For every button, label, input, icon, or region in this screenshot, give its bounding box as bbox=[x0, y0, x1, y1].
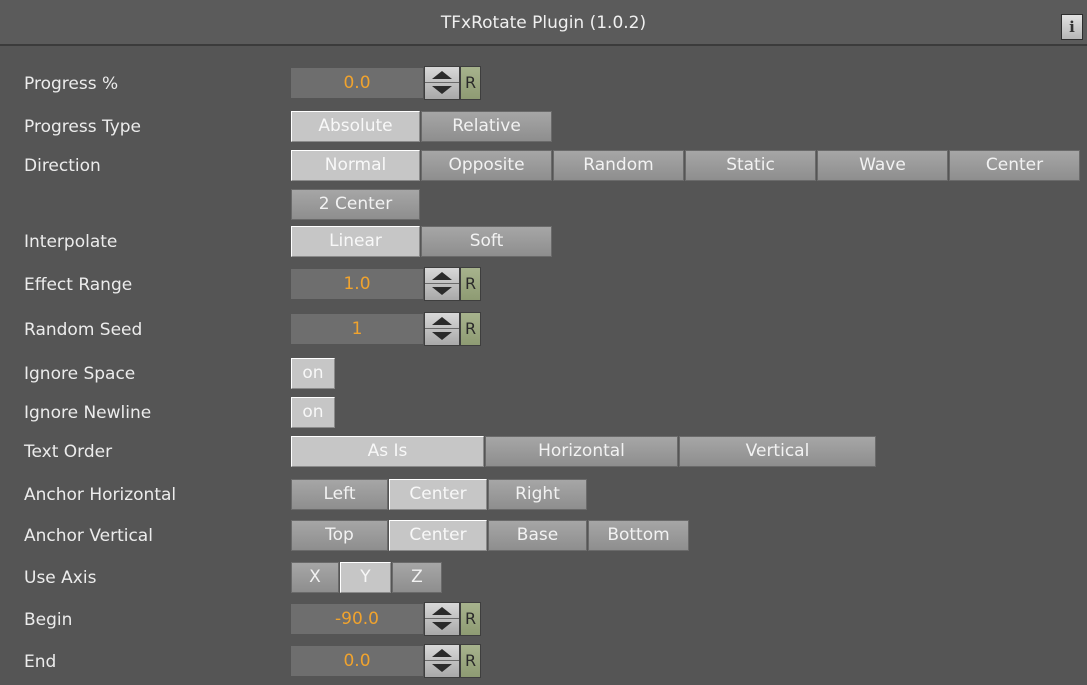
progress-type-label: Progress Type bbox=[24, 117, 141, 137]
plugin-title: TFxRotate Plugin (1.0.2) bbox=[440, 13, 647, 33]
arrow-up-icon[interactable] bbox=[425, 268, 459, 284]
random-seed-spinner[interactable] bbox=[424, 312, 460, 346]
arrow-down-icon[interactable] bbox=[425, 661, 459, 677]
anchor-horizontal-center-button[interactable]: Center bbox=[389, 479, 487, 510]
anchor-vertical-top-button[interactable]: Top bbox=[291, 520, 388, 551]
plugin-panel: TFxRotate Plugin (1.0.2) i Progress % 0.… bbox=[0, 0, 1087, 685]
use-axis-y-button[interactable]: Y bbox=[340, 562, 391, 593]
progress-label: Progress % bbox=[24, 74, 119, 94]
random-seed-field[interactable]: 1 bbox=[291, 314, 423, 344]
end-spinner[interactable] bbox=[424, 644, 460, 678]
anchor-vertical-center-button[interactable]: Center bbox=[389, 520, 487, 551]
text-order-vertical-button[interactable]: Vertical bbox=[679, 436, 876, 467]
progress-spinner[interactable] bbox=[424, 66, 460, 100]
end-field[interactable]: 0.0 bbox=[291, 646, 423, 676]
direction-label: Direction bbox=[24, 156, 101, 176]
direction-normal-button[interactable]: Normal bbox=[291, 150, 420, 181]
info-icon[interactable]: i bbox=[1061, 14, 1083, 40]
anchor-vertical-label: Anchor Vertical bbox=[24, 526, 153, 546]
progress-reset-button[interactable]: R bbox=[460, 66, 481, 100]
arrow-up-icon[interactable] bbox=[425, 645, 459, 661]
direction-random-button[interactable]: Random bbox=[553, 150, 684, 181]
effect-range-reset-button[interactable]: R bbox=[460, 267, 481, 301]
end-reset-button[interactable]: R bbox=[460, 644, 481, 678]
interpolate-label: Interpolate bbox=[24, 232, 118, 252]
anchor-horizontal-right-button[interactable]: Right bbox=[488, 479, 587, 510]
anchor-vertical-bottom-button[interactable]: Bottom bbox=[588, 520, 689, 551]
arrow-down-icon[interactable] bbox=[425, 284, 459, 300]
ignore-newline-label: Ignore Newline bbox=[24, 403, 152, 423]
anchor-vertical-base-button[interactable]: Base bbox=[488, 520, 587, 551]
progress-field[interactable]: 0.0 bbox=[291, 68, 423, 98]
arrow-up-icon[interactable] bbox=[425, 313, 459, 329]
arrow-up-icon[interactable] bbox=[425, 603, 459, 619]
interpolate-soft-button[interactable]: Soft bbox=[421, 226, 552, 257]
title-bar: TFxRotate Plugin (1.0.2) i bbox=[0, 0, 1087, 46]
arrow-up-icon[interactable] bbox=[425, 67, 459, 83]
ignore-space-label: Ignore Space bbox=[24, 364, 136, 384]
effect-range-spinner[interactable] bbox=[424, 267, 460, 301]
text-order-label: Text Order bbox=[24, 442, 113, 462]
direction-opposite-button[interactable]: Opposite bbox=[421, 150, 552, 181]
direction-wave-button[interactable]: Wave bbox=[817, 150, 948, 181]
direction-2center-button[interactable]: 2 Center bbox=[291, 189, 420, 220]
begin-reset-button[interactable]: R bbox=[460, 602, 481, 636]
interpolate-linear-button[interactable]: Linear bbox=[291, 226, 420, 257]
end-label: End bbox=[24, 652, 57, 672]
progress-type-relative-button[interactable]: Relative bbox=[421, 111, 552, 142]
anchor-horizontal-left-button[interactable]: Left bbox=[291, 479, 388, 510]
arrow-down-icon[interactable] bbox=[425, 83, 459, 99]
progress-type-absolute-button[interactable]: Absolute bbox=[291, 111, 420, 142]
text-order-horizontal-button[interactable]: Horizontal bbox=[485, 436, 678, 467]
effect-range-label: Effect Range bbox=[24, 275, 133, 295]
begin-spinner[interactable] bbox=[424, 602, 460, 636]
use-axis-z-button[interactable]: Z bbox=[392, 562, 442, 593]
random-seed-label: Random Seed bbox=[24, 320, 143, 340]
use-axis-x-button[interactable]: X bbox=[291, 562, 339, 593]
direction-center-button[interactable]: Center bbox=[949, 150, 1080, 181]
ignore-space-toggle[interactable]: on bbox=[291, 358, 335, 389]
begin-field[interactable]: -90.0 bbox=[291, 604, 423, 634]
text-order-asis-button[interactable]: As Is bbox=[291, 436, 484, 467]
arrow-down-icon[interactable] bbox=[425, 619, 459, 635]
ignore-newline-toggle[interactable]: on bbox=[291, 397, 335, 428]
anchor-horizontal-label: Anchor Horizontal bbox=[24, 485, 177, 505]
begin-label: Begin bbox=[24, 610, 73, 630]
random-seed-reset-button[interactable]: R bbox=[460, 312, 481, 346]
direction-static-button[interactable]: Static bbox=[685, 150, 816, 181]
effect-range-field[interactable]: 1.0 bbox=[291, 269, 423, 299]
arrow-down-icon[interactable] bbox=[425, 329, 459, 345]
use-axis-label: Use Axis bbox=[24, 568, 97, 588]
